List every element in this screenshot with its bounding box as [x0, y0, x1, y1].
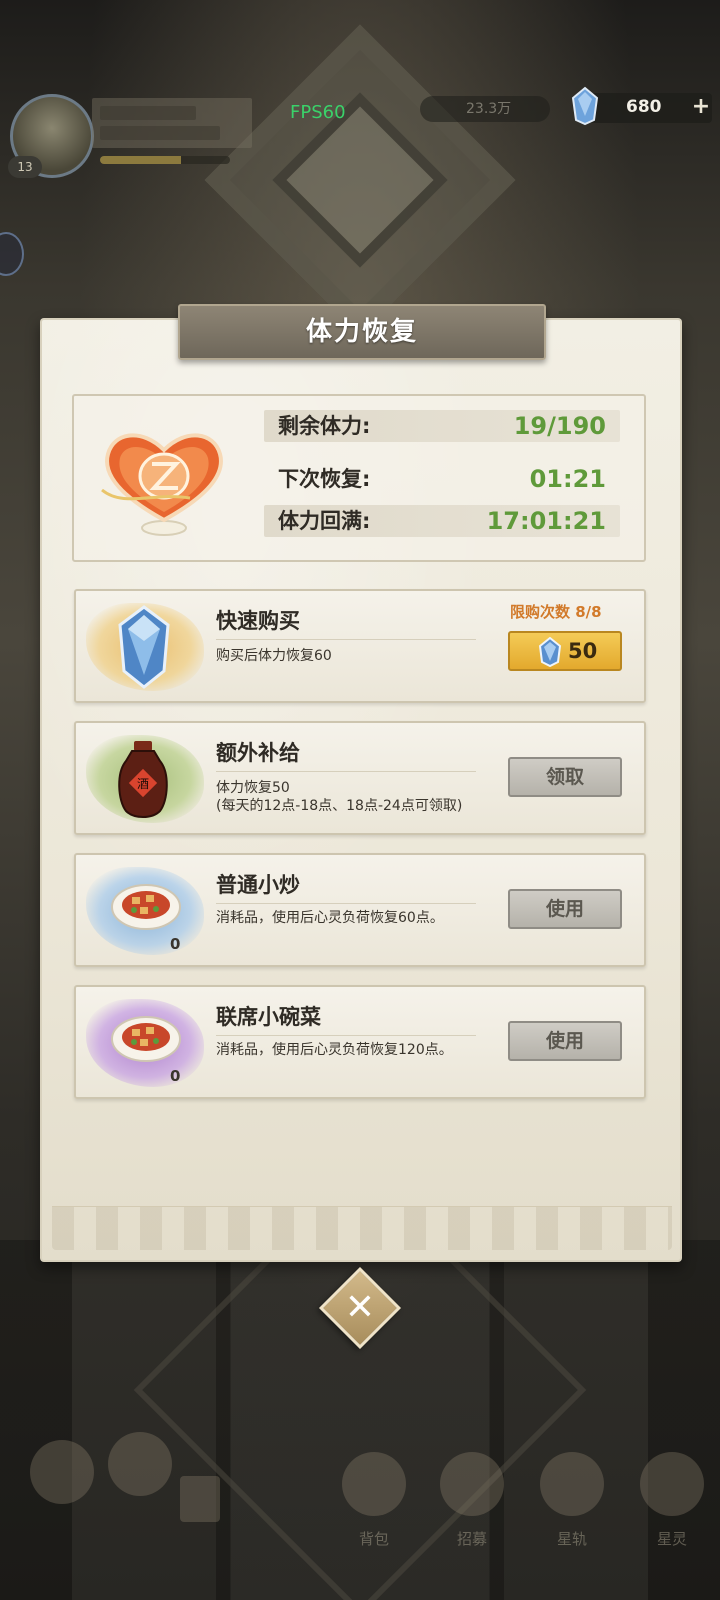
player-exp-fill	[100, 156, 181, 164]
star-track-icon[interactable]	[540, 1452, 604, 1516]
claim-button[interactable]: 领取	[508, 757, 622, 797]
card-divider	[216, 1035, 476, 1036]
card-divider	[216, 639, 476, 640]
extra-supply-card: 酒 额外补给 体力恢复50 (每天的12点-18点、18点-24点可领取) 领取	[74, 721, 646, 835]
extra-supply-title: 额外补给	[216, 741, 300, 765]
recruit-icon[interactable]	[440, 1452, 504, 1516]
wine-jar-icon: 酒	[118, 741, 168, 818]
svg-text:酒: 酒	[137, 777, 149, 791]
stamina-remaining-label: 剩余体力:	[278, 414, 371, 438]
quick-purchase-card: 快速购买 购买后体力恢复60 限购次数 8/8 50	[74, 589, 646, 703]
player-name-placeholder	[100, 106, 196, 120]
gold-counter: 23.3万	[420, 96, 550, 122]
stamina-remaining-value: 19/190	[513, 412, 606, 440]
nav-label-star-spirit[interactable]: 星灵	[640, 1528, 704, 1549]
buy-with-gems-button[interactable]: 50	[508, 631, 622, 671]
dialog-title: 体力恢复	[305, 317, 418, 347]
stamina-remaining-row: 剩余体力: 19/190	[264, 410, 620, 442]
gem-icon	[571, 86, 599, 126]
nav-label-backpack[interactable]: 背包	[342, 1528, 406, 1549]
small-bowl-dish-title: 联席小碗菜	[216, 1005, 321, 1029]
quick-purchase-title: 快速购买	[216, 609, 300, 633]
stamina-heart-icon	[101, 433, 223, 536]
player-exp-bar	[100, 156, 230, 164]
nav-label-star-track[interactable]: 星轨	[540, 1528, 604, 1549]
gem-value: 680	[626, 97, 662, 117]
backpack-icon[interactable]	[342, 1452, 406, 1516]
extra-supply-desc-line2: (每天的12点-18点、18点-24点可领取)	[216, 798, 463, 814]
player-name-box	[92, 98, 252, 148]
nav-label-recruit[interactable]: 招募	[440, 1528, 504, 1549]
stir-fry-desc: 消耗品，使用后心灵负荷恢复60点。	[216, 910, 444, 926]
stamina-full-row: 体力回满: 17:01:21	[264, 505, 620, 537]
card-divider	[216, 903, 476, 904]
character-figure-1	[30, 1440, 94, 1504]
stir-fry-title: 普通小炒	[216, 873, 300, 897]
gem-icon	[118, 605, 170, 689]
stamina-next-label: 下次恢复:	[278, 467, 371, 491]
use-button[interactable]: 使用	[508, 889, 622, 929]
player-level-badge: 13	[8, 156, 42, 178]
stir-fry-dish-icon	[111, 884, 181, 930]
fps-counter: FPS60	[290, 102, 346, 123]
quick-purchase-desc: 购买后体力恢复60	[216, 648, 332, 664]
stir-fry-card: 0 普通小炒 消耗品，使用后心灵负荷恢复60点。 使用	[74, 853, 646, 967]
character-figure-2	[108, 1432, 172, 1496]
gem-icon	[538, 637, 562, 667]
use-button[interactable]: 使用	[508, 1021, 622, 1061]
small-bowl-dish-icon	[111, 1016, 181, 1062]
player-title-placeholder	[100, 126, 220, 140]
item-count: 0	[170, 935, 181, 953]
small-bowl-dish-card: 0 联席小碗菜 消耗品，使用后心灵负荷恢复120点。 使用	[74, 985, 646, 1099]
card-divider	[216, 771, 476, 772]
close-icon[interactable]: ✕	[331, 1279, 389, 1337]
stamina-next-value: 01:21	[529, 465, 606, 493]
stamina-next-row: 下次恢复: 01:21	[264, 463, 620, 495]
gold-value: 23.3万	[466, 101, 512, 117]
cup-icon	[180, 1476, 220, 1522]
extra-supply-desc-line1: 体力恢复50	[216, 780, 290, 796]
small-bowl-dish-desc: 消耗品，使用后心灵负荷恢复120点。	[216, 1042, 453, 1058]
purchase-limit-text: 限购次数 8/8	[510, 603, 602, 621]
star-spirit-icon[interactable]	[640, 1452, 704, 1516]
stamina-full-label: 体力回满:	[278, 509, 371, 533]
gem-price: 50	[568, 639, 598, 663]
extra-supply-desc: 体力恢复50 (每天的12点-18点、18点-24点可领取)	[216, 779, 462, 815]
dialog-bottom-ornament	[52, 1206, 672, 1250]
item-count: 0	[170, 1067, 181, 1085]
stamina-full-value: 17:01:21	[486, 507, 606, 535]
add-gems-button[interactable]: +	[690, 95, 712, 119]
